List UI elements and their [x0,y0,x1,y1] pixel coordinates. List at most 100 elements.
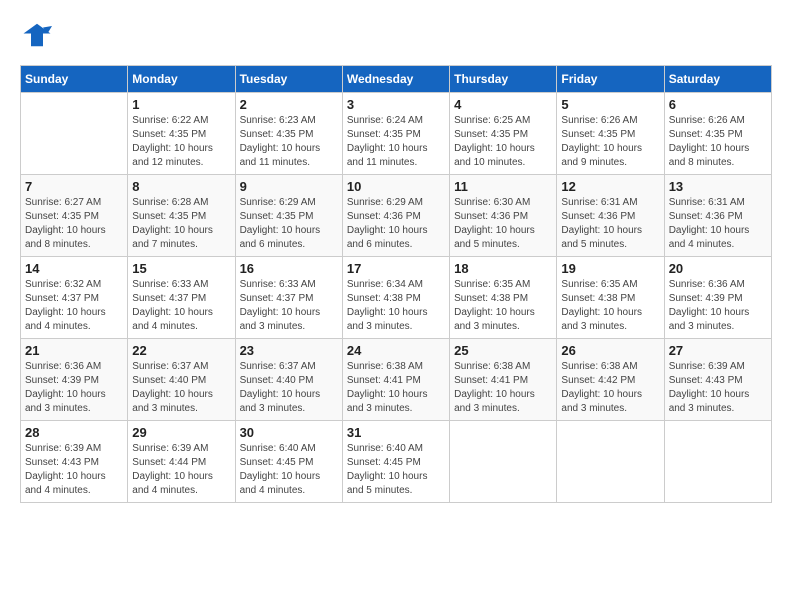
calendar-cell: 16 Sunrise: 6:33 AM Sunset: 4:37 PM Dayli… [235,257,342,339]
page-header [20,20,772,55]
day-number: 8 [132,179,230,194]
calendar-week-3: 14 Sunrise: 6:32 AM Sunset: 4:37 PM Dayli… [21,257,772,339]
calendar-cell: 17 Sunrise: 6:34 AM Sunset: 4:38 PM Dayli… [342,257,449,339]
logo [20,20,52,55]
calendar-cell: 29 Sunrise: 6:39 AM Sunset: 4:44 PM Dayli… [128,421,235,503]
calendar-cell: 31Sunrise: 6:40 AM Sunset: 4:45 PM Dayli… [342,421,449,503]
calendar-cell: 14 Sunrise: 6:32 AM Sunset: 4:37 PM Dayli… [21,257,128,339]
calendar-cell [557,421,664,503]
day-info: Sunrise: 6:33 AM Sunset: 4:37 PM Dayligh… [132,278,230,334]
day-info: Sunrise: 6:38 AM Sunset: 4:42 PM Dayligh… [561,360,659,416]
calendar-cell: 9 Sunrise: 6:29 AM Sunset: 4:35 PM Daylig… [235,175,342,257]
day-info: Sunrise: 6:31 AM Sunset: 4:36 PM Dayligh… [561,196,659,252]
day-number: 12 [561,179,659,194]
weekday-header-friday: Friday [557,66,664,93]
day-info: Sunrise: 6:36 AM Sunset: 4:39 PM Dayligh… [669,278,767,334]
calendar-week-2: 7 Sunrise: 6:27 AM Sunset: 4:35 PM Daylig… [21,175,772,257]
calendar-cell: 22 Sunrise: 6:37 AM Sunset: 4:40 PM Dayli… [128,339,235,421]
calendar-cell: 4Sunrise: 6:25 AM Sunset: 4:35 PM Daylig… [450,93,557,175]
calendar-cell [21,93,128,175]
calendar-cell: 2Sunrise: 6:23 AM Sunset: 4:35 PM Daylig… [235,93,342,175]
calendar-cell [450,421,557,503]
day-number: 1 [132,97,230,112]
day-info: Sunrise: 6:35 AM Sunset: 4:38 PM Dayligh… [561,278,659,334]
day-number: 16 [240,261,338,276]
day-info: Sunrise: 6:39 AM Sunset: 4:43 PM Dayligh… [669,360,767,416]
calendar-cell: 7 Sunrise: 6:27 AM Sunset: 4:35 PM Daylig… [21,175,128,257]
day-number: 30 [240,425,338,440]
day-number: 26 [561,343,659,358]
weekday-header-sunday: Sunday [21,66,128,93]
day-info: Sunrise: 6:38 AM Sunset: 4:41 PM Dayligh… [347,360,445,416]
day-info: Sunrise: 6:22 AM Sunset: 4:35 PM Dayligh… [132,114,230,170]
calendar-cell: 28Sunrise: 6:39 AM Sunset: 4:43 PM Dayli… [21,421,128,503]
day-info: Sunrise: 6:34 AM Sunset: 4:38 PM Dayligh… [347,278,445,334]
day-number: 25 [454,343,552,358]
day-number: 14 [25,261,123,276]
calendar-cell: 18Sunrise: 6:35 AM Sunset: 4:38 PM Dayli… [450,257,557,339]
calendar-cell: 15 Sunrise: 6:33 AM Sunset: 4:37 PM Dayli… [128,257,235,339]
calendar-cell: 8 Sunrise: 6:28 AM Sunset: 4:35 PM Daylig… [128,175,235,257]
day-number: 5 [561,97,659,112]
weekday-header-thursday: Thursday [450,66,557,93]
calendar-cell: 12 Sunrise: 6:31 AM Sunset: 4:36 PM Dayli… [557,175,664,257]
day-number: 9 [240,179,338,194]
calendar-cell: 23 Sunrise: 6:37 AM Sunset: 4:40 PM Dayli… [235,339,342,421]
calendar-cell: 10Sunrise: 6:29 AM Sunset: 4:36 PM Dayli… [342,175,449,257]
day-info: Sunrise: 6:35 AM Sunset: 4:38 PM Dayligh… [454,278,552,334]
day-info: Sunrise: 6:28 AM Sunset: 4:35 PM Dayligh… [132,196,230,252]
day-info: Sunrise: 6:29 AM Sunset: 4:35 PM Dayligh… [240,196,338,252]
calendar-cell: 6 Sunrise: 6:26 AM Sunset: 4:35 PM Daylig… [664,93,771,175]
day-number: 17 [347,261,445,276]
day-info: Sunrise: 6:26 AM Sunset: 4:35 PM Dayligh… [669,114,767,170]
day-info: Sunrise: 6:32 AM Sunset: 4:37 PM Dayligh… [25,278,123,334]
calendar-week-5: 28Sunrise: 6:39 AM Sunset: 4:43 PM Dayli… [21,421,772,503]
day-number: 28 [25,425,123,440]
day-info: Sunrise: 6:39 AM Sunset: 4:44 PM Dayligh… [132,442,230,498]
day-info: Sunrise: 6:40 AM Sunset: 4:45 PM Dayligh… [240,442,338,498]
calendar-cell: 26 Sunrise: 6:38 AM Sunset: 4:42 PM Dayli… [557,339,664,421]
day-number: 23 [240,343,338,358]
day-number: 22 [132,343,230,358]
weekday-header-saturday: Saturday [664,66,771,93]
day-info: Sunrise: 6:24 AM Sunset: 4:35 PM Dayligh… [347,114,445,170]
day-info: Sunrise: 6:27 AM Sunset: 4:35 PM Dayligh… [25,196,123,252]
calendar-cell: 30 Sunrise: 6:40 AM Sunset: 4:45 PM Dayli… [235,421,342,503]
calendar-cell: 19 Sunrise: 6:35 AM Sunset: 4:38 PM Dayli… [557,257,664,339]
calendar-cell: 3 Sunrise: 6:24 AM Sunset: 4:35 PM Daylig… [342,93,449,175]
day-number: 4 [454,97,552,112]
calendar-cell: 13 Sunrise: 6:31 AM Sunset: 4:36 PM Dayli… [664,175,771,257]
calendar-cell: 11Sunrise: 6:30 AM Sunset: 4:36 PM Dayli… [450,175,557,257]
calendar-cell [664,421,771,503]
calendar-cell: 5 Sunrise: 6:26 AM Sunset: 4:35 PM Daylig… [557,93,664,175]
day-info: Sunrise: 6:29 AM Sunset: 4:36 PM Dayligh… [347,196,445,252]
day-number: 19 [561,261,659,276]
day-number: 29 [132,425,230,440]
day-info: Sunrise: 6:33 AM Sunset: 4:37 PM Dayligh… [240,278,338,334]
day-number: 3 [347,97,445,112]
day-number: 31 [347,425,445,440]
day-number: 24 [347,343,445,358]
day-number: 7 [25,179,123,194]
calendar-cell: 21Sunrise: 6:36 AM Sunset: 4:39 PM Dayli… [21,339,128,421]
calendar-week-4: 21Sunrise: 6:36 AM Sunset: 4:39 PM Dayli… [21,339,772,421]
day-number: 2 [240,97,338,112]
day-info: Sunrise: 6:26 AM Sunset: 4:35 PM Dayligh… [561,114,659,170]
day-info: Sunrise: 6:31 AM Sunset: 4:36 PM Dayligh… [669,196,767,252]
day-info: Sunrise: 6:37 AM Sunset: 4:40 PM Dayligh… [132,360,230,416]
day-number: 15 [132,261,230,276]
weekday-header-tuesday: Tuesday [235,66,342,93]
day-info: Sunrise: 6:30 AM Sunset: 4:36 PM Dayligh… [454,196,552,252]
day-number: 27 [669,343,767,358]
calendar-cell: 1 Sunrise: 6:22 AM Sunset: 4:35 PM Daylig… [128,93,235,175]
calendar-week-1: 1 Sunrise: 6:22 AM Sunset: 4:35 PM Daylig… [21,93,772,175]
day-number: 6 [669,97,767,112]
day-number: 13 [669,179,767,194]
day-number: 21 [25,343,123,358]
calendar-cell: 24 Sunrise: 6:38 AM Sunset: 4:41 PM Dayli… [342,339,449,421]
calendar-cell: 27 Sunrise: 6:39 AM Sunset: 4:43 PM Dayli… [664,339,771,421]
day-info: Sunrise: 6:38 AM Sunset: 4:41 PM Dayligh… [454,360,552,416]
day-info: Sunrise: 6:37 AM Sunset: 4:40 PM Dayligh… [240,360,338,416]
calendar-cell: 25 Sunrise: 6:38 AM Sunset: 4:41 PM Dayli… [450,339,557,421]
day-number: 20 [669,261,767,276]
